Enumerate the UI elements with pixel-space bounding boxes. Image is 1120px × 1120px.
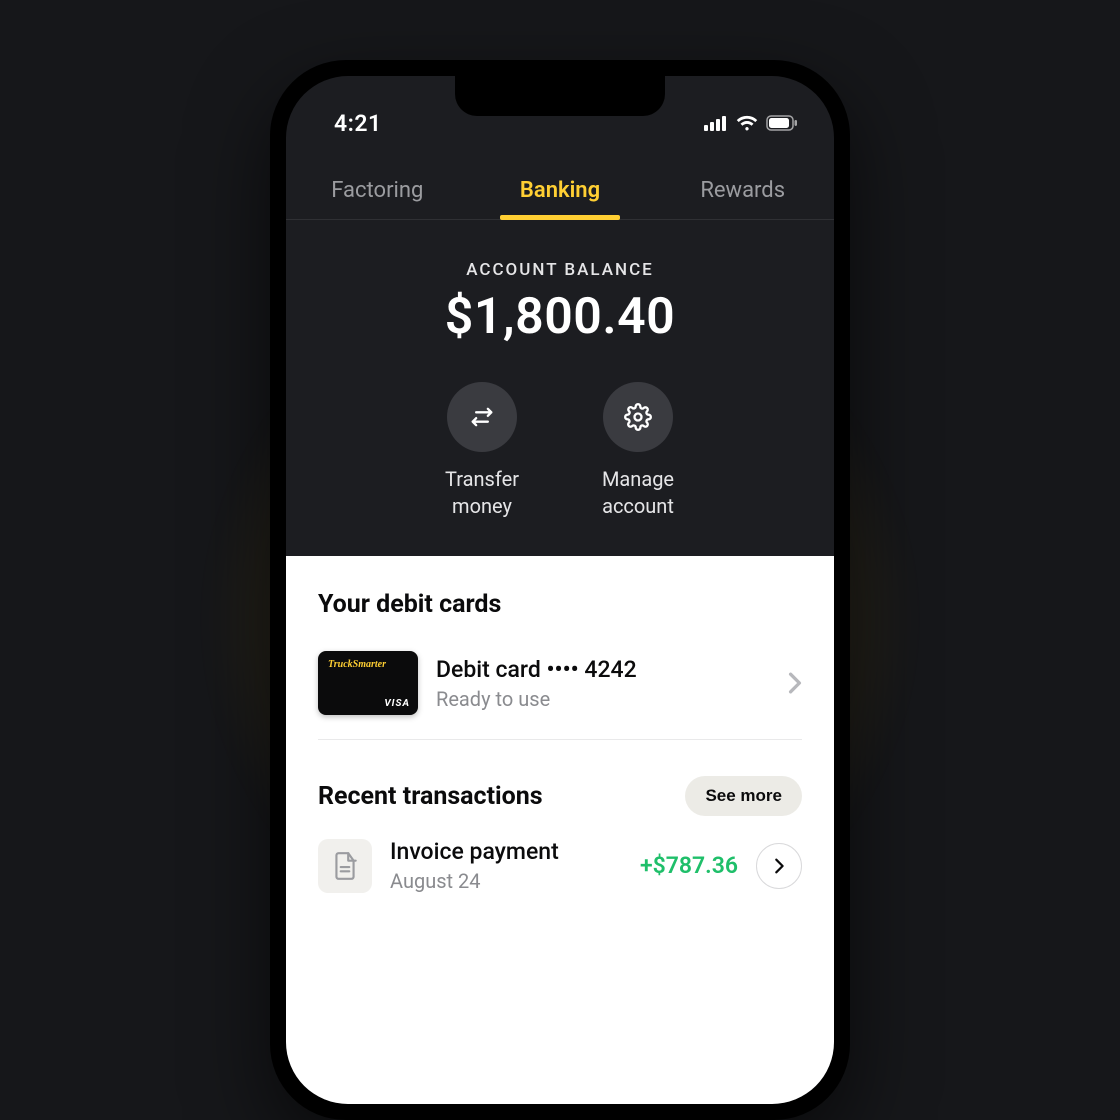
card-art: TruckSmarter VISA bbox=[318, 651, 418, 715]
status-icons bbox=[704, 115, 798, 131]
tab-banking[interactable]: Banking bbox=[469, 162, 652, 219]
card-brand-logo: TruckSmarter bbox=[328, 659, 386, 670]
card-title: Debit card •••• 4242 bbox=[436, 656, 770, 683]
document-icon bbox=[318, 839, 372, 893]
manage-account-button[interactable]: Manage account bbox=[583, 382, 693, 520]
top-tabs: Factoring Banking Rewards bbox=[286, 162, 834, 220]
balance-value: $1,800.40 bbox=[310, 288, 810, 346]
debit-card-row[interactable]: TruckSmarter VISA Debit card •••• 4242 R… bbox=[318, 645, 802, 740]
transaction-title: Invoice payment bbox=[390, 838, 622, 865]
card-subtitle: Ready to use bbox=[436, 687, 770, 711]
transfer-label: Transfer money bbox=[445, 466, 519, 520]
transfer-icon bbox=[447, 382, 517, 452]
transactions-heading: Recent transactions bbox=[318, 782, 543, 811]
tab-rewards[interactable]: Rewards bbox=[651, 162, 834, 219]
phone-notch bbox=[455, 76, 665, 116]
see-more-button[interactable]: See more bbox=[685, 776, 802, 816]
transaction-next-button[interactable] bbox=[756, 843, 802, 889]
transaction-amount: +$787.36 bbox=[640, 852, 738, 879]
manage-label: Manage account bbox=[602, 466, 674, 520]
chevron-right-icon bbox=[788, 672, 802, 694]
card-info: Debit card •••• 4242 Ready to use bbox=[436, 656, 770, 711]
cellular-icon bbox=[704, 115, 728, 131]
transfer-money-button[interactable]: Transfer money bbox=[427, 382, 537, 520]
transaction-row[interactable]: Invoice payment August 24 +$787.36 bbox=[318, 838, 802, 893]
content-sheet: Your debit cards TruckSmarter VISA Debit… bbox=[286, 556, 834, 1104]
debit-cards-heading: Your debit cards bbox=[318, 590, 802, 619]
transaction-date: August 24 bbox=[390, 869, 622, 893]
transaction-info: Invoice payment August 24 bbox=[390, 838, 622, 893]
battery-icon bbox=[766, 115, 798, 131]
quick-actions: Transfer money Manage account bbox=[310, 382, 810, 520]
balance-label: ACCOUNT BALANCE bbox=[310, 260, 810, 280]
status-time: 4:21 bbox=[334, 110, 382, 137]
phone-frame: 4:21 Factoring Banking Rewards bbox=[270, 60, 850, 1120]
gear-icon bbox=[603, 382, 673, 452]
wifi-icon bbox=[736, 115, 758, 131]
tab-factoring[interactable]: Factoring bbox=[286, 162, 469, 219]
balance-section: ACCOUNT BALANCE $1,800.40 Transfer money… bbox=[286, 220, 834, 556]
card-network-logo: VISA bbox=[384, 698, 410, 709]
transactions-header: Recent transactions See more bbox=[318, 776, 802, 816]
phone-screen: 4:21 Factoring Banking Rewards bbox=[286, 76, 834, 1104]
